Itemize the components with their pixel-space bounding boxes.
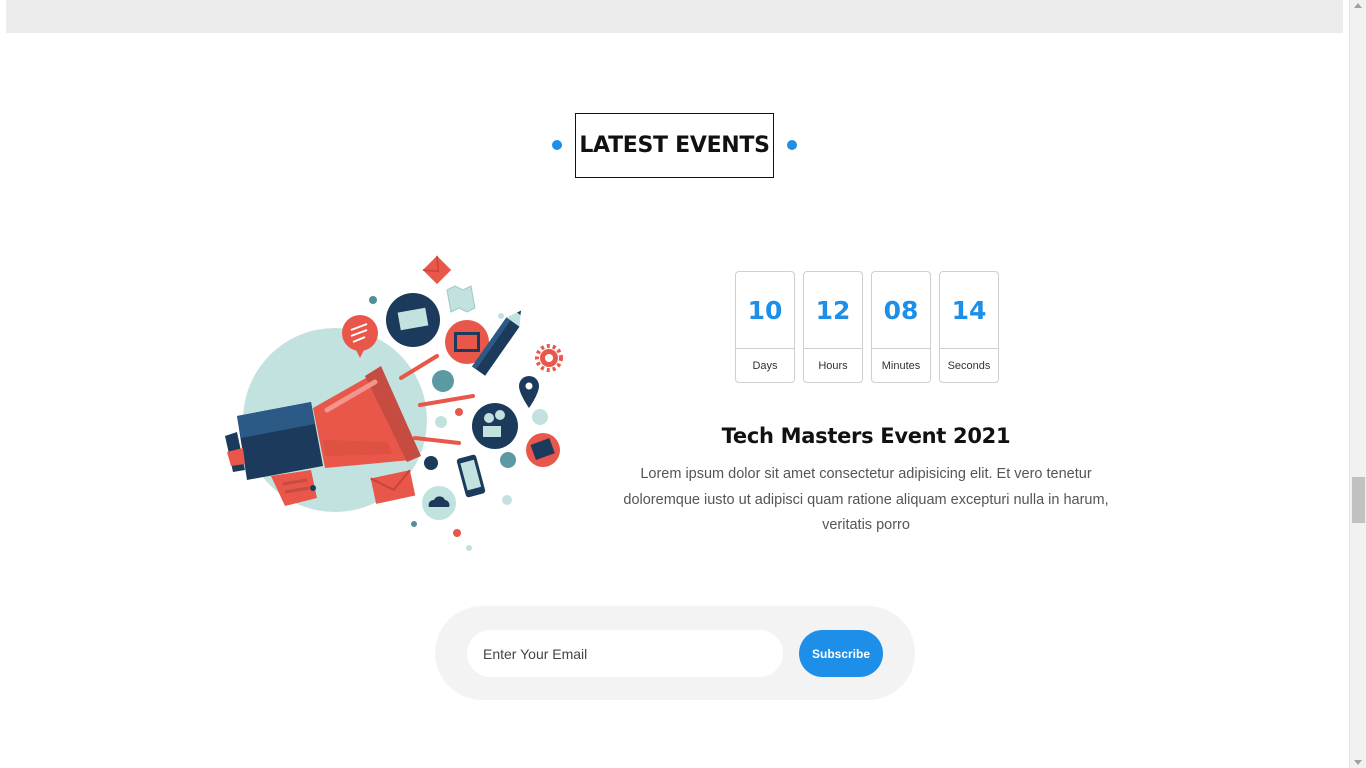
countdown-hours: 12 Hours bbox=[803, 271, 863, 383]
event-countdown: 10 Days 12 Hours 08 Minutes 14 Seconds bbox=[735, 271, 999, 383]
countdown-hours-label: Hours bbox=[818, 360, 848, 372]
subscribe-button[interactable]: Subscribe bbox=[799, 630, 883, 677]
countdown-days-value: 10 bbox=[736, 272, 794, 349]
countdown-minutes-label: Minutes bbox=[881, 360, 921, 372]
title-dot-left bbox=[552, 140, 562, 150]
countdown-hours-value: 12 bbox=[804, 272, 862, 349]
scroll-down-arrow-icon[interactable] bbox=[1354, 760, 1362, 765]
title-dot-right bbox=[787, 140, 797, 150]
scroll-up-arrow-icon[interactable] bbox=[1354, 3, 1362, 8]
countdown-minutes: 08 Minutes bbox=[871, 271, 931, 383]
countdown-days-label: Days bbox=[752, 360, 778, 372]
megaphone-marketing-icon bbox=[215, 250, 575, 560]
countdown-seconds-label: Seconds bbox=[947, 360, 991, 372]
page-scrollbar[interactable] bbox=[1349, 0, 1366, 768]
event-title: Tech Masters Event 2021 bbox=[721, 424, 1011, 448]
countdown-seconds: 14 Seconds bbox=[939, 271, 999, 383]
countdown-days: 10 Days bbox=[735, 271, 795, 383]
countdown-minutes-value: 08 bbox=[872, 272, 930, 349]
countdown-seconds-value: 14 bbox=[940, 272, 998, 349]
newsletter-form: Subscribe bbox=[435, 606, 915, 700]
event-description: Lorem ipsum dolor sit amet consectetur a… bbox=[623, 466, 1109, 533]
top-band bbox=[6, 0, 1343, 33]
section-title-box: LATEST EVENTS bbox=[575, 113, 774, 178]
email-input[interactable] bbox=[467, 630, 783, 677]
scroll-thumb[interactable] bbox=[1352, 477, 1365, 523]
section-title-text: LATEST EVENTS bbox=[579, 133, 770, 158]
section-title: LATEST EVENTS bbox=[0, 113, 1349, 178]
